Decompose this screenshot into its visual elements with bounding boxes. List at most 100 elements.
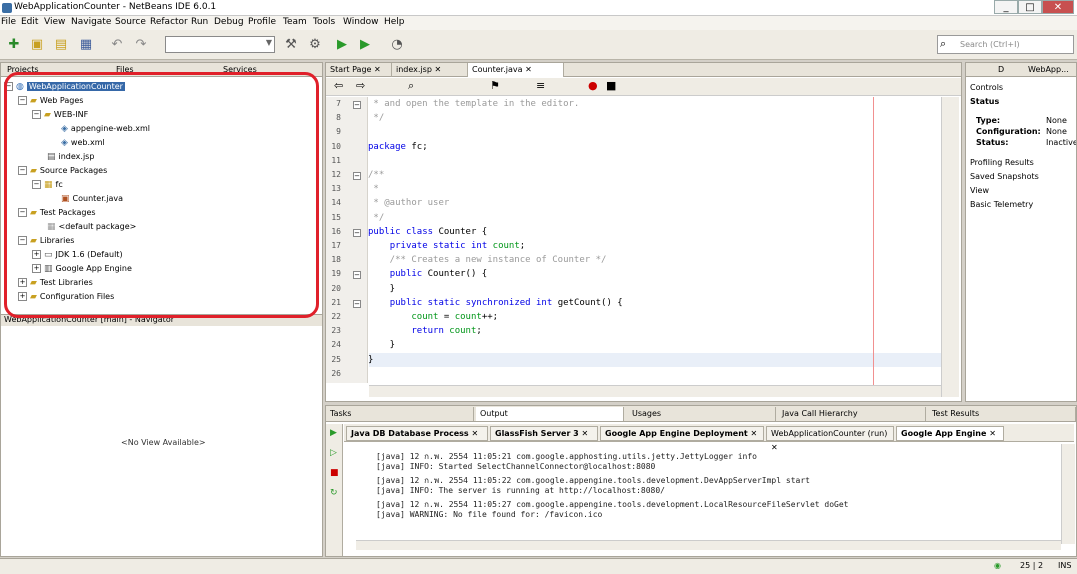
redo-icon[interactable]: ↷	[132, 36, 150, 54]
undo-icon[interactable]: ↶	[108, 36, 126, 54]
code-line[interactable]: */	[368, 113, 384, 123]
menu-source[interactable]: Source	[115, 17, 146, 27]
menu-navigate[interactable]: Navigate	[71, 17, 111, 27]
tree-gae[interactable]: + ▥ Google App Engine	[32, 262, 132, 275]
expand-icon[interactable]: +	[18, 278, 27, 287]
tab-d[interactable]: D	[998, 65, 1004, 74]
menu-debug[interactable]: Debug	[214, 17, 244, 27]
tab-tasks[interactable]: Tasks	[326, 407, 474, 421]
tree-source-packages[interactable]: − ▰ Source Packages	[18, 164, 107, 177]
tab-test-results[interactable]: Test Results	[928, 407, 1076, 421]
output-tab-javadb[interactable]: Java DB Database Process ✕	[346, 426, 488, 441]
expand-icon[interactable]: +	[18, 292, 27, 301]
code-line[interactable]: *	[368, 184, 378, 194]
gc-icon[interactable]: ◉	[994, 561, 1001, 570]
tree-counter-java[interactable]: ▣ Counter.java	[61, 192, 123, 205]
collapse-icon[interactable]: −	[32, 110, 41, 119]
code-line[interactable]: private static int count;	[368, 241, 526, 251]
clean-build-icon[interactable]: ⚙	[306, 36, 324, 54]
editor-horizontal-scrollbar[interactable]	[369, 385, 941, 397]
menu-profile[interactable]: Profile	[248, 17, 276, 27]
tree-index-jsp[interactable]: ▤ index.jsp	[47, 150, 94, 163]
menu-tools[interactable]: Tools	[313, 17, 335, 27]
collapse-icon[interactable]: −	[18, 236, 27, 245]
tree-default-package[interactable]: ▦ <default package>	[47, 220, 136, 233]
output-horizontal-scrollbar[interactable]	[356, 540, 1061, 550]
code-line[interactable]: public Counter() {	[368, 269, 488, 279]
tree-jdk[interactable]: + ▭ JDK 1.6 (Default)	[32, 248, 123, 261]
code-line[interactable]: /**	[368, 170, 384, 180]
minimize-button[interactable]: _	[994, 0, 1018, 14]
fold-toggle-icon[interactable]: −	[353, 101, 361, 109]
code-line[interactable]: */	[368, 213, 384, 223]
rerun-params-icon[interactable]: ▷	[330, 448, 337, 458]
tree-web-xml[interactable]: ◈ web.xml	[61, 136, 105, 149]
tree-web-inf[interactable]: − ▰ WEB-INF	[32, 108, 88, 121]
code-line[interactable]: public class Counter {	[368, 227, 487, 237]
editor-vertical-scrollbar[interactable]	[941, 97, 959, 397]
telemetry-section[interactable]: Basic Telemetry	[970, 200, 1033, 209]
fold-toggle-icon[interactable]: −	[353, 299, 361, 308]
run-icon[interactable]: ▶	[333, 36, 351, 54]
tree-libraries[interactable]: − ▰ Libraries	[18, 234, 74, 247]
menu-help[interactable]: Help	[384, 17, 405, 27]
status-section[interactable]: Status	[970, 97, 999, 106]
code-line[interactable]: * and open the template in the editor.	[368, 99, 579, 109]
tab-files[interactable]: Files	[116, 65, 134, 74]
code-line[interactable]: * @author user	[368, 198, 449, 208]
tree-web-pages[interactable]: − ▰ Web Pages	[18, 94, 83, 107]
output-tab-run[interactable]: WebApplicationCounter (run) ✕	[766, 426, 894, 452]
code-line[interactable]: }	[368, 355, 373, 365]
code-line[interactable]: }	[368, 340, 395, 350]
menu-view[interactable]: View	[44, 17, 65, 27]
tab-counter-java[interactable]: Counter.java ✕	[468, 63, 564, 77]
tree-config-files[interactable]: + ▰ Configuration Files	[18, 290, 114, 303]
controls-section[interactable]: Controls	[970, 83, 1003, 92]
menu-file[interactable]: File	[1, 17, 16, 27]
close-button[interactable]: ✕	[1042, 0, 1074, 14]
close-icon[interactable]: ✕	[434, 65, 441, 74]
collapse-icon[interactable]: −	[18, 208, 27, 217]
stop-icon[interactable]: ■	[330, 468, 339, 478]
profiling-results-section[interactable]: Profiling Results	[970, 158, 1034, 167]
config-combo[interactable]: ▼	[165, 36, 275, 53]
code-line[interactable]: /** Creates a new instance of Counter */	[368, 255, 607, 265]
tree-appengine-xml[interactable]: ◈ appengine-web.xml	[61, 122, 150, 135]
expand-icon[interactable]: +	[32, 264, 41, 273]
find-icon[interactable]: ⌕	[408, 79, 414, 93]
code-line[interactable]: count = count++;	[368, 312, 498, 322]
save-all-icon[interactable]: ▦	[77, 36, 95, 54]
menu-team[interactable]: Team	[283, 17, 307, 27]
refresh-icon[interactable]: ↻	[330, 488, 338, 498]
tab-usages[interactable]: Usages	[628, 407, 776, 421]
profile-icon[interactable]: ◔	[388, 36, 406, 54]
saved-snapshots-section[interactable]: Saved Snapshots	[970, 172, 1039, 181]
menu-edit[interactable]: Edit	[21, 17, 38, 27]
code-line[interactable]: package fc;	[368, 142, 428, 152]
macro-stop-icon[interactable]: ■	[606, 79, 616, 92]
tab-projects[interactable]: Projects	[7, 65, 39, 74]
open-project-icon[interactable]: ▤	[52, 36, 70, 54]
rerun-icon[interactable]: ▶	[330, 428, 337, 438]
collapse-icon[interactable]: −	[32, 180, 41, 189]
search-box[interactable]: ⌕ Search (Ctrl+I)	[937, 35, 1074, 54]
fold-toggle-icon[interactable]: −	[353, 228, 361, 237]
comment-icon[interactable]: ≡	[536, 79, 545, 92]
collapse-icon[interactable]: −	[18, 96, 27, 105]
fold-toggle-icon[interactable]: −	[353, 271, 361, 280]
bookmark-icon[interactable]: ⚑	[490, 79, 500, 92]
menu-refactor[interactable]: Refactor	[150, 17, 188, 27]
code-line[interactable]: return count;	[368, 326, 481, 336]
close-icon[interactable]: ✕	[374, 65, 381, 74]
tree-package-fc[interactable]: − ▦ fc	[32, 178, 63, 191]
code-line[interactable]: }	[368, 284, 395, 294]
build-icon[interactable]: ⚒	[282, 36, 300, 54]
macro-record-icon[interactable]: ●	[588, 79, 598, 92]
debug-icon[interactable]: ▶	[356, 36, 374, 54]
tab-call-hierarchy[interactable]: Java Call Hierarchy	[778, 407, 926, 421]
close-icon[interactable]: ✕	[525, 65, 532, 74]
forward-icon[interactable]: ⇨	[356, 79, 365, 92]
menu-window[interactable]: Window	[343, 17, 379, 27]
tab-start-page[interactable]: Start Page ✕	[326, 63, 392, 77]
output-vertical-scrollbar[interactable]	[1061, 444, 1075, 544]
